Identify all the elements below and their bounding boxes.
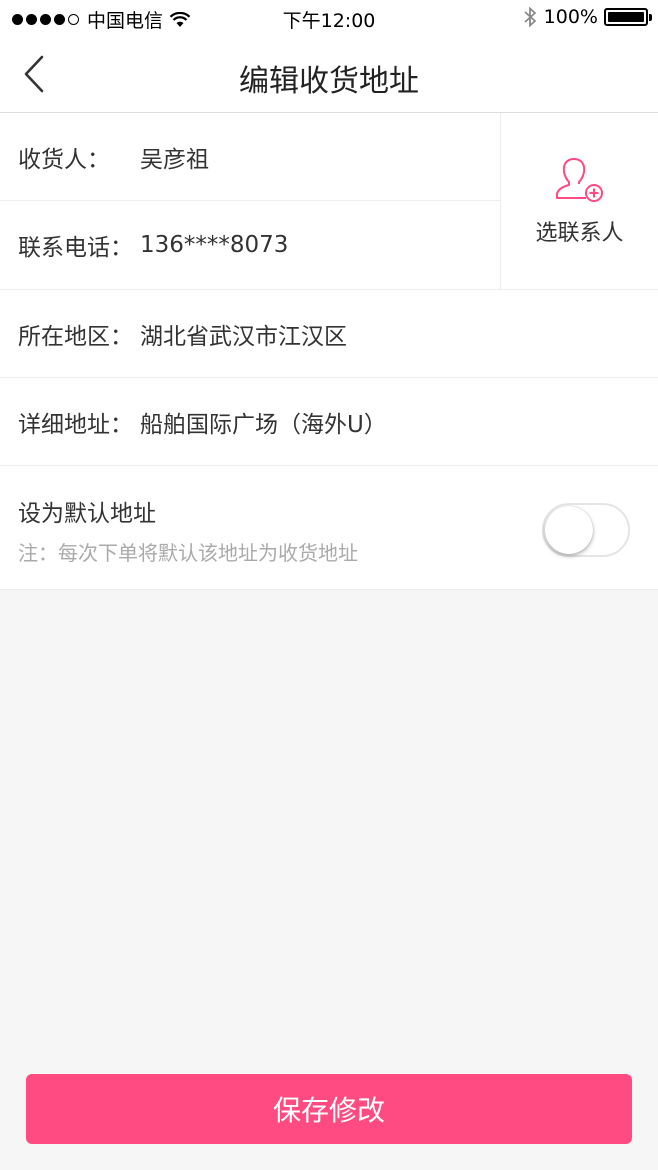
contact-block: 收货人： 吴彦祖 联系电话： 136****8073 选联系人: [0, 113, 658, 290]
region-label: 所在地区：: [18, 323, 133, 350]
phone-row[interactable]: 联系电话： 136****8073: [0, 201, 500, 289]
nav-bar: 编辑收货地址: [0, 36, 658, 113]
status-bar: 中国电信 下午12:00 100%: [0, 0, 658, 36]
default-address-toggle[interactable]: [542, 503, 630, 557]
phone-label: 联系电话：: [18, 235, 133, 261]
status-right: 100%: [524, 6, 652, 28]
region-row[interactable]: 所在地区： 湖北省武汉市江汉区: [0, 290, 658, 378]
page-title: 编辑收货地址: [239, 64, 419, 99]
save-button[interactable]: 保存修改: [26, 1074, 632, 1144]
default-address-row: 设为默认地址 注：每次下单将默认该地址为收货地址: [0, 466, 658, 590]
default-address-note: 注：每次下单将默认该地址为收货地址: [18, 541, 358, 565]
recipient-input[interactable]: 吴彦祖: [140, 140, 209, 174]
pick-contact-button[interactable]: 选联系人: [500, 113, 658, 289]
default-address-title: 设为默认地址: [18, 501, 156, 527]
recipient-row[interactable]: 收货人： 吴彦祖: [0, 113, 500, 201]
recipient-label: 收货人：: [18, 146, 110, 173]
address-label: 详细地址：: [18, 411, 133, 438]
address-input[interactable]: 船舶国际广场（海外U）: [140, 405, 387, 439]
bluetooth-icon: [524, 7, 536, 27]
pick-contact-label: 选联系人: [535, 221, 624, 246]
add-contact-icon: [555, 158, 603, 202]
address-row[interactable]: 详细地址： 船舶国际广场（海外U）: [0, 378, 658, 466]
battery-icon: [604, 8, 652, 26]
toggle-knob: [545, 506, 593, 554]
phone-input[interactable]: 136****8073: [140, 232, 288, 258]
battery-percent: 100%: [543, 6, 598, 28]
address-form: 收货人： 吴彦祖 联系电话： 136****8073 选联系人 所在地区： 湖北…: [0, 113, 658, 590]
region-select[interactable]: 湖北省武汉市江汉区: [140, 317, 347, 351]
